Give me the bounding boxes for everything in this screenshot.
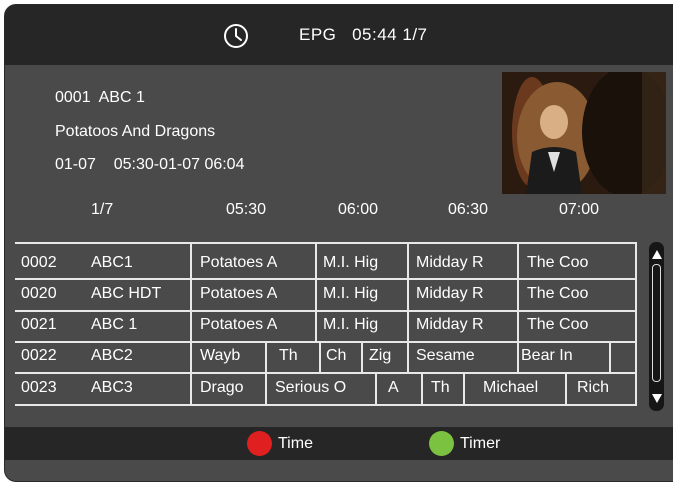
grid-line: [319, 341, 321, 374]
program-cell[interactable]: The Coo: [527, 316, 588, 334]
program-cell[interactable]: M.I. Hig: [323, 285, 378, 303]
page-title: EPG 05:44 1/7: [299, 25, 428, 45]
program-cell[interactable]: Th: [431, 379, 450, 397]
grid-line: [15, 242, 635, 244]
grid-line: [375, 372, 377, 406]
program-cell[interactable]: The Coo: [527, 254, 588, 272]
channel-name[interactable]: ABC 1: [91, 316, 137, 334]
red-button-icon[interactable]: [247, 431, 272, 456]
program-cell[interactable]: Bear In: [521, 347, 573, 365]
grid-line: [565, 372, 567, 406]
grid-line: [635, 242, 637, 406]
program-cell[interactable]: A: [388, 379, 399, 397]
channel-number: 0002: [21, 254, 57, 271]
channel-name[interactable]: ABC HDT: [91, 285, 161, 303]
program-cell[interactable]: Th: [279, 347, 298, 365]
grid-line: [190, 242, 192, 406]
grid-line: [15, 372, 635, 374]
program-cell[interactable]: Wayb: [200, 347, 240, 365]
current-program: Potatoos And Dragons: [55, 123, 216, 140]
program-cell[interactable]: The Coo: [527, 285, 588, 303]
grid-line: [609, 341, 611, 374]
program-cell[interactable]: M.I. Hig: [323, 254, 378, 272]
program-cell[interactable]: Zig: [369, 347, 391, 365]
grid-line: [421, 372, 423, 406]
channel-number: 0022: [21, 347, 57, 364]
program-cell[interactable]: Ch: [326, 347, 346, 365]
program-cell[interactable]: Drago: [200, 379, 244, 397]
timeline-slot: 06:30: [448, 201, 489, 218]
program-cell[interactable]: Potatoes A: [200, 254, 277, 272]
grid-line: [15, 404, 635, 406]
program-cell[interactable]: Potatoes A: [200, 285, 277, 303]
scroll-thumb[interactable]: [652, 264, 661, 382]
epg-window: EPG 05:44 1/7 0001 ABC 1 Potatoos And Dr…: [4, 4, 673, 482]
grid-line: [463, 372, 465, 406]
scrollbar[interactable]: [649, 242, 664, 411]
channel-number: 0021: [21, 316, 57, 333]
channel-name[interactable]: ABC3: [91, 379, 133, 397]
program-cell[interactable]: M.I. Hig: [323, 316, 378, 334]
grid-line: [517, 242, 519, 343]
current-channel: 0001 ABC 1: [55, 89, 145, 106]
preview-video: [502, 72, 666, 194]
timeline-slot: 06:00: [338, 201, 379, 218]
grid-line: [15, 341, 635, 343]
channel-name[interactable]: ABC1: [91, 254, 133, 272]
green-button-icon[interactable]: [429, 431, 454, 456]
grid-line: [265, 372, 267, 406]
timer-button-label: Timer: [460, 435, 501, 452]
grid-line: [361, 341, 363, 374]
program-cell[interactable]: Michael: [483, 379, 538, 397]
timeline: 1/7 05:30 06:00 06:30 07:00: [5, 201, 673, 227]
timeline-slot: 07:00: [559, 201, 600, 218]
channel-name[interactable]: ABC2: [91, 347, 133, 365]
timeline-page: 1/7: [91, 201, 114, 218]
grid-line: [15, 278, 635, 280]
program-cell[interactable]: Midday R: [416, 254, 484, 272]
grid-line: [407, 341, 409, 374]
title-bar: EPG 05:44 1/7: [5, 5, 673, 65]
arrow-up-icon[interactable]: [652, 250, 662, 259]
timeline-slot: 05:30: [226, 201, 267, 218]
footer-bar: Time Timer: [5, 427, 673, 460]
current-time: 05:44: [352, 25, 398, 44]
channel-number: 0020: [21, 285, 57, 302]
program-cell[interactable]: Serious O: [275, 379, 346, 397]
time-button-label: Time: [278, 435, 313, 452]
program-cell[interactable]: Rich: [577, 379, 609, 397]
page-indicator: 1/7: [402, 25, 428, 44]
arrow-down-icon[interactable]: [652, 394, 662, 403]
grid-line: [407, 242, 409, 343]
program-cell[interactable]: Sesame: [416, 347, 475, 365]
title-label: EPG: [299, 25, 337, 44]
channel-number: 0023: [21, 379, 57, 396]
clock-icon: [224, 24, 248, 48]
grid-line: [517, 341, 519, 374]
current-schedule: 01-07 05:30-01-07 06:04: [55, 156, 245, 173]
program-cell[interactable]: Midday R: [416, 316, 484, 334]
program-cell[interactable]: Potatoes A: [200, 316, 277, 334]
grid-line: [15, 310, 635, 312]
grid-line: [315, 242, 317, 343]
grid-line: [265, 341, 267, 374]
program-cell[interactable]: Midday R: [416, 285, 484, 303]
